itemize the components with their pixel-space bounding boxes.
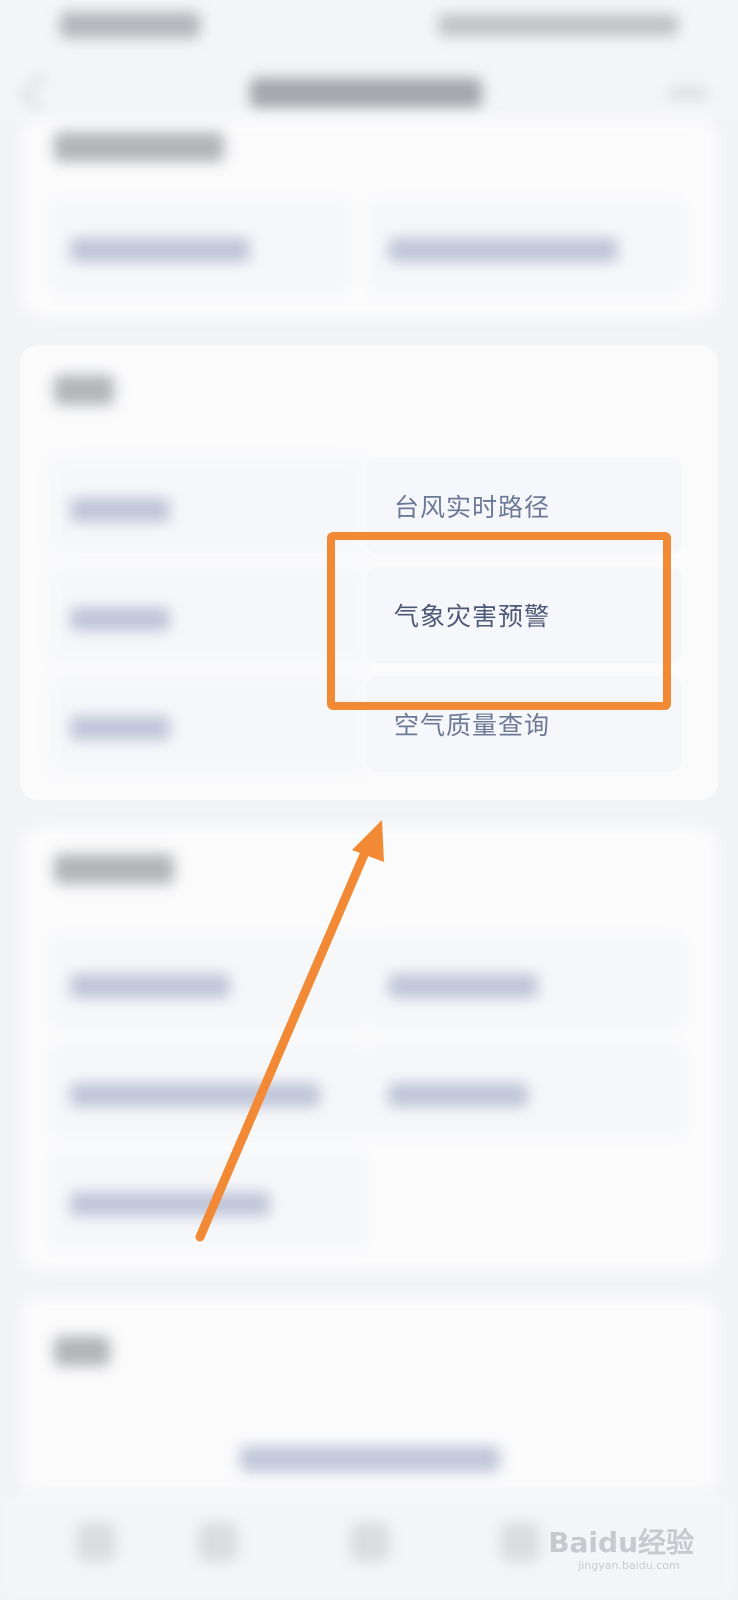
annotation-arrow-icon	[195, 820, 384, 1242]
watermark-brand: Baidu经验	[548, 1526, 694, 1559]
baidu-watermark: Baidu经验 jingyan.baidu.com	[548, 1521, 694, 1572]
watermark-url: jingyan.baidu.com	[578, 1559, 680, 1572]
